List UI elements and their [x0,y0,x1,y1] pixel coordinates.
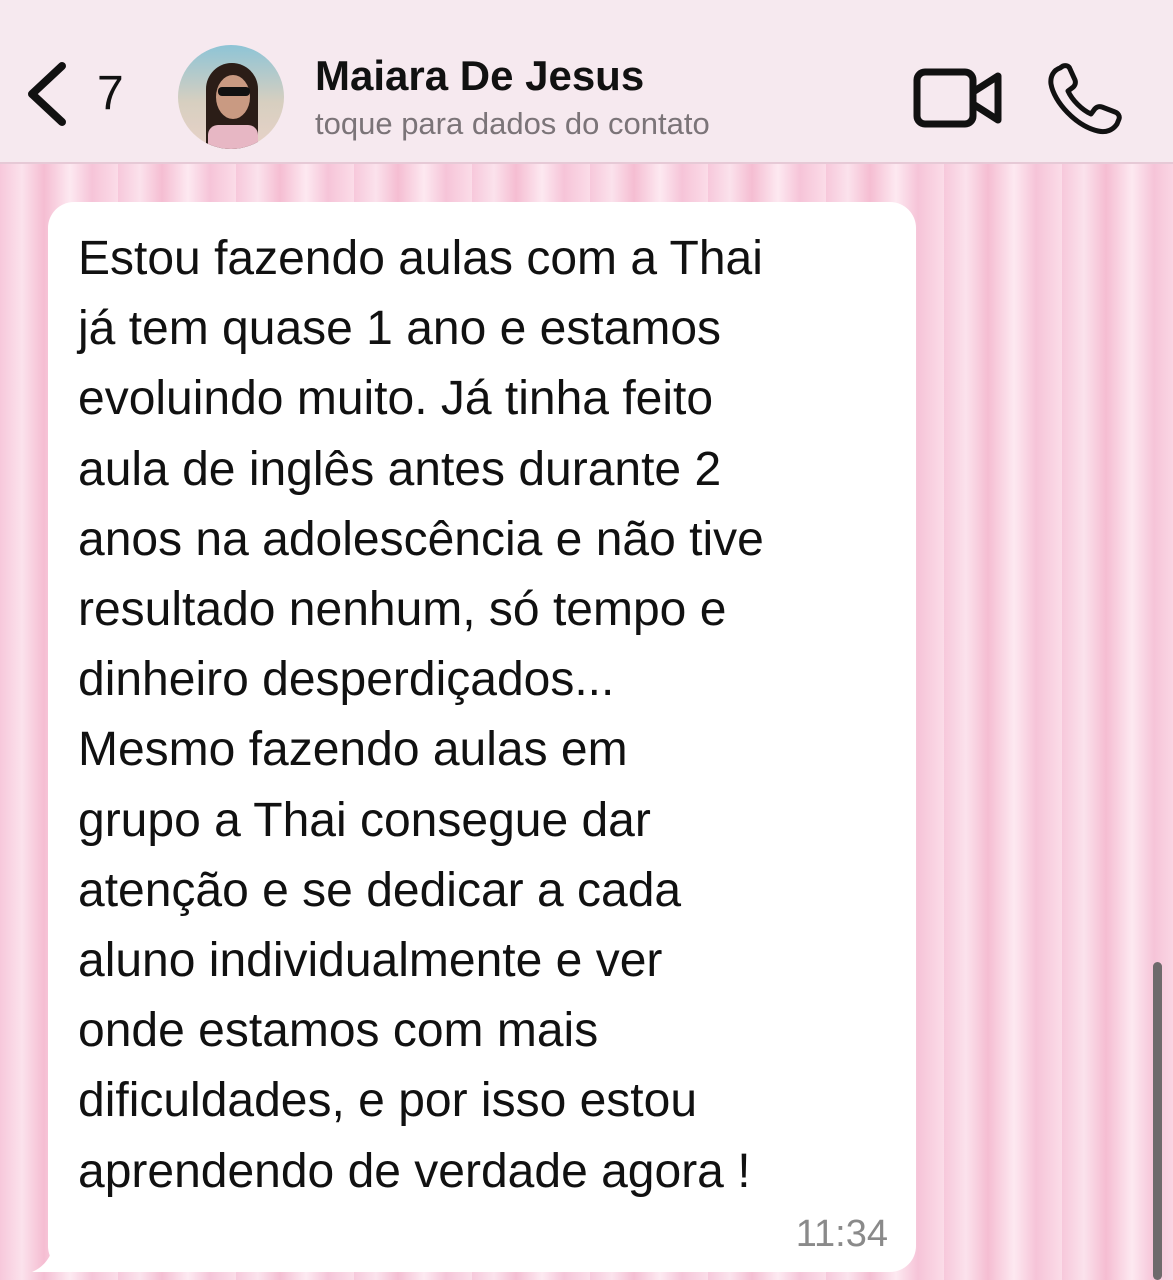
message-bubble[interactable]: Estou fazendo aulas com a Thai já tem qu… [48,202,916,1272]
chevron-left-icon [28,62,66,126]
message-timestamp: 11:34 [795,1213,888,1255]
back-button[interactable]: 7 [22,58,132,130]
avatar[interactable] [178,45,284,149]
scrollbar[interactable] [1153,962,1162,1280]
unread-count: 7 [97,67,124,120]
bubble-tail [32,1232,72,1272]
avatar-top [208,125,258,149]
contact-name[interactable]: Maiara De Jesus [315,52,644,100]
phone-icon[interactable] [1046,62,1124,136]
contact-subtitle[interactable]: toque para dados do contato [315,106,710,142]
message-text: Estou fazendo aulas com a Thai já tem qu… [78,232,764,1198]
avatar-sunglasses [218,87,250,96]
avatar-face [216,75,250,119]
video-camera-icon[interactable] [912,64,1004,132]
chat-header: 7 Maiara De Jesus toque para dados do co… [0,0,1173,164]
